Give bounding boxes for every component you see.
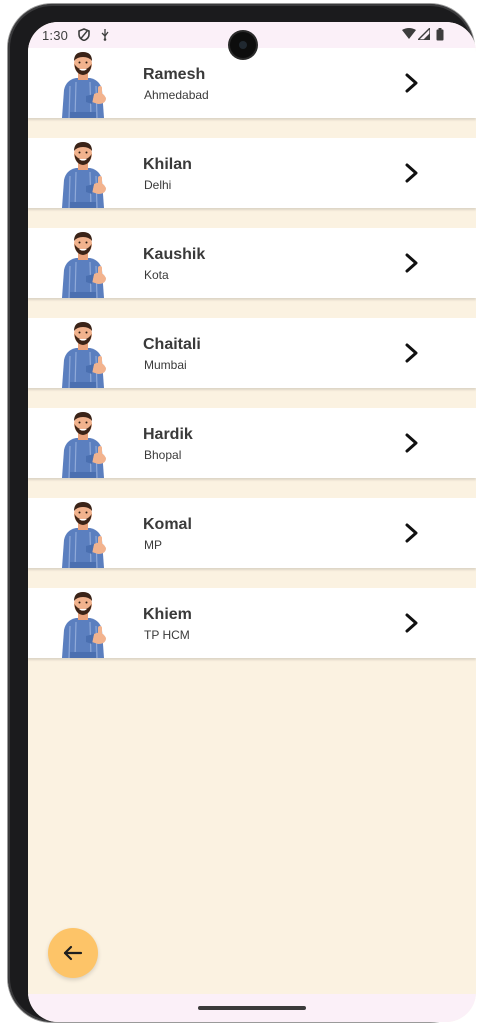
wifi-icon — [402, 28, 416, 42]
chevron-right-icon — [405, 523, 418, 543]
person-city: Kota — [144, 268, 169, 282]
avatar — [62, 502, 106, 568]
usb-icon — [100, 28, 114, 42]
avatar — [62, 232, 106, 298]
person-name: Kaushik — [143, 246, 206, 263]
chevron-right-icon — [405, 433, 418, 453]
avatar — [62, 142, 106, 208]
list-item-ramesh[interactable]: Ramesh Ahmedabad — [28, 48, 476, 118]
person-name: Komal — [143, 516, 192, 533]
list-item-komal[interactable]: Komal MP — [28, 498, 476, 568]
chevron-right-icon — [405, 613, 418, 633]
navigation-bar — [28, 994, 476, 1022]
person-city: Delhi — [144, 178, 172, 192]
person-city: Ahmedabad — [144, 88, 209, 102]
person-city: MP — [144, 538, 162, 552]
list-item-hardik[interactable]: Hardik Bhopal — [28, 408, 476, 478]
avatar — [62, 322, 106, 388]
screen: 1:30 Ramesh Ahmedabad Khilan Delhi Kaush… — [28, 22, 476, 1022]
person-city: Bhopal — [144, 448, 182, 462]
person-name: Hardik — [143, 426, 193, 443]
avatar — [62, 52, 106, 118]
phone-frame: 1:30 Ramesh Ahmedabad Khilan Delhi Kaush… — [8, 4, 476, 1022]
person-name: Chaitali — [143, 336, 201, 353]
list-item-khiem[interactable]: Khiem TP HCM — [28, 588, 476, 658]
person-name: Ramesh — [143, 66, 206, 83]
signal-icon — [416, 26, 432, 42]
front-camera — [230, 32, 256, 58]
home-gesture-pill[interactable] — [198, 1006, 306, 1010]
avatar — [62, 412, 106, 478]
person-name: Khiem — [143, 606, 192, 623]
back-button[interactable] — [48, 928, 98, 978]
people-list: Ramesh Ahmedabad Khilan Delhi Kaushik Ko… — [28, 48, 476, 678]
person-city: Mumbai — [144, 358, 187, 372]
shield-icon — [78, 28, 92, 42]
list-item-khilan[interactable]: Khilan Delhi — [28, 138, 476, 208]
battery-icon — [436, 28, 450, 42]
status-time: 1:30 — [42, 28, 69, 43]
list-item-chaitali[interactable]: Chaitali Mumbai — [28, 318, 476, 388]
chevron-right-icon — [405, 73, 418, 93]
chevron-right-icon — [405, 163, 418, 183]
chevron-right-icon — [405, 253, 418, 273]
person-name: Khilan — [143, 156, 192, 173]
arrow-left-icon — [63, 945, 83, 961]
list-item-kaushik[interactable]: Kaushik Kota — [28, 228, 476, 298]
person-city: TP HCM — [144, 628, 190, 642]
chevron-right-icon — [405, 343, 418, 363]
avatar — [62, 592, 106, 658]
